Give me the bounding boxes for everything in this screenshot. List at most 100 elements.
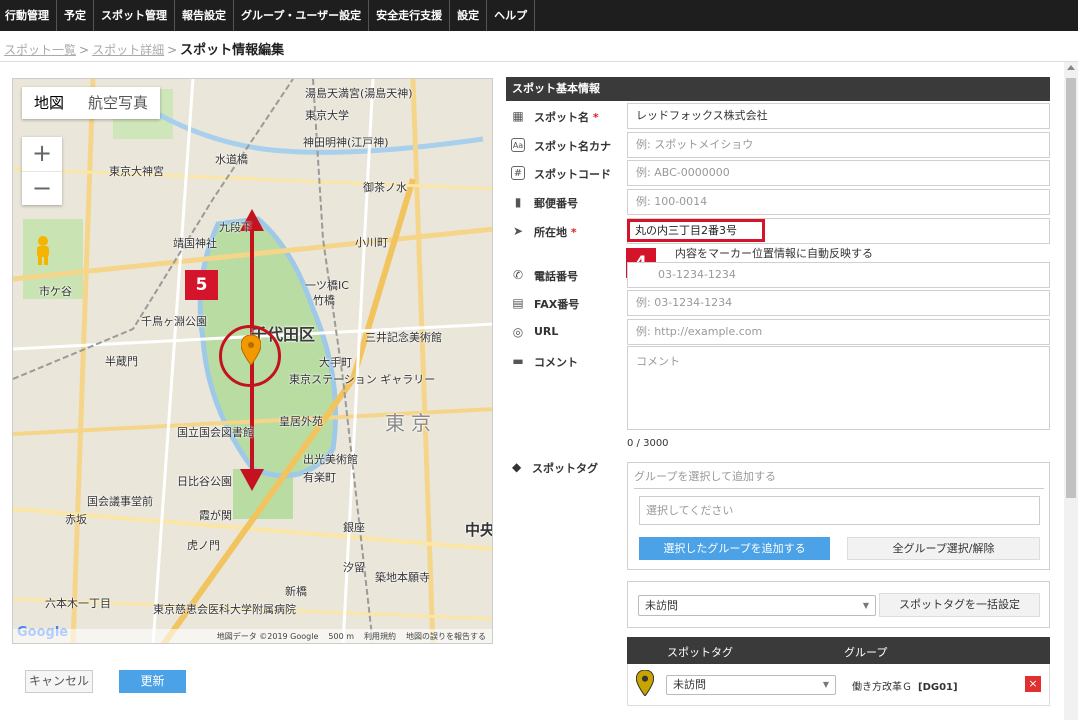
field-label: スポット名 * <box>534 111 599 124</box>
fax-input[interactable]: 例: 03-1234-1234 <box>627 290 1050 316</box>
location-arrow-icon: ➤ <box>512 224 524 238</box>
breadcrumb: スポット一覧 > スポット詳細 > スポット情報編集 <box>4 39 284 58</box>
spot-tag-label: スポットタグ <box>532 462 598 475</box>
globe-icon: ◎ <box>512 325 524 339</box>
column-header-group: グループ <box>844 646 888 659</box>
nav-spot-management[interactable]: スポット管理 <box>94 0 175 31</box>
pegman-icon[interactable] <box>31 235 55 267</box>
group-search-input[interactable]: グループを選択して追加する <box>634 468 1044 489</box>
field-label: スポット名カナ <box>534 140 611 153</box>
nav-safe-driving[interactable]: 安全走行支援 <box>369 0 451 31</box>
toggle-all-groups-button[interactable]: 全グループ選択/解除 <box>847 537 1040 560</box>
tag-icon: ◆ <box>512 460 522 474</box>
map-label: 有楽町 <box>303 471 336 484</box>
breadcrumb-separator: > <box>79 43 90 57</box>
map-label: 市ケ谷 <box>39 285 72 298</box>
text-aa-icon: Aa <box>511 138 525 152</box>
map-footer: 地図データ ©2019 Google 500 m 利用規約 地図の誤りを報告する <box>13 629 492 643</box>
map-label: 皇居外苑 <box>279 415 323 428</box>
nav-activity[interactable]: 行動管理 <box>0 0 57 31</box>
url-input[interactable]: 例: http://example.com <box>627 319 1050 345</box>
map-scale: 500 m <box>328 631 354 641</box>
map-label: 大手町 <box>319 356 352 369</box>
map-label: 国会議事堂前 <box>87 495 153 508</box>
map-label: 国立国会図書館 <box>177 426 254 439</box>
nav-settings[interactable]: 設定 <box>450 0 488 31</box>
map-label: 小川町 <box>355 236 388 249</box>
map-label: 赤坂 <box>65 513 87 526</box>
nav-help[interactable]: ヘルプ <box>487 0 536 31</box>
map-label: 東京大神宮 <box>109 165 164 178</box>
map-label: 湯島天満宮(湯島天神) <box>305 87 413 100</box>
divider <box>0 61 1078 62</box>
map-label: 千鳥ヶ淵公園 <box>141 315 207 328</box>
map-label: 東京大学 <box>305 109 349 122</box>
map-type-control: 地図 航空写真 <box>22 87 161 119</box>
scrollbar-thumb[interactable] <box>1066 78 1076 498</box>
map-terms-link[interactable]: 利用規約 <box>364 631 396 642</box>
address-input[interactable]: 丸の内三丁目2番3号 <box>627 219 765 242</box>
zoom-out-button[interactable]: − <box>22 171 62 205</box>
hash-icon: # <box>511 166 525 180</box>
location-pin-icon[interactable] <box>240 334 262 368</box>
chevron-down-icon: ▼ <box>822 680 829 689</box>
table-row: 未訪問 ▼ 働き方改革Ｇ [DG01] × <box>627 664 1050 706</box>
bulk-set-tag-button[interactable]: スポットタグを一括設定 <box>879 593 1040 617</box>
nav-group-user-settings[interactable]: グループ・ユーザー設定 <box>234 0 370 31</box>
row-status-select[interactable]: 未訪問 ▼ <box>666 675 836 695</box>
map-label: 水道橋 <box>215 153 248 166</box>
map-label: 三井記念美術館 <box>365 331 442 344</box>
field-label: URL <box>534 325 559 338</box>
map-label: 靖国神社 <box>173 237 217 250</box>
map-type-map-button[interactable]: 地図 <box>22 87 76 119</box>
field-label: スポットコード <box>534 168 611 181</box>
map-type-aerial-button[interactable]: 航空写真 <box>76 87 160 119</box>
top-nav: 行動管理 予定 スポット管理 報告設定 グループ・ユーザー設定 安全走行支援 設… <box>0 0 1078 31</box>
map-report-link[interactable]: 地図の誤りを報告する <box>406 631 486 642</box>
row-status-value: 未訪問 <box>673 678 706 691</box>
bulk-tag-box: 未訪問 ▼ スポットタグを一括設定 <box>627 581 1050 628</box>
comment-textarea[interactable]: コメント <box>627 346 1050 430</box>
map-label: 霞が関 <box>199 509 232 522</box>
map-label: 汐留 <box>343 561 365 574</box>
nav-report-settings[interactable]: 報告設定 <box>175 0 234 31</box>
nav-schedule[interactable]: 予定 <box>57 0 94 31</box>
spot-name-input[interactable]: レッドフォックス株式会社 <box>627 103 1050 129</box>
map-label: 新橋 <box>285 585 307 598</box>
map-label: 築地本願寺 <box>375 571 430 584</box>
breadcrumb-spot-list[interactable]: スポット一覧 <box>4 43 76 57</box>
bulk-status-select[interactable]: 未訪問 ▼ <box>638 595 876 616</box>
tag-group-box: グループを選択して追加する 選択してください 選択したグループを追加する 全グル… <box>627 462 1050 570</box>
map-label: 一ツ橋IC <box>305 279 349 292</box>
spot-kana-input[interactable]: 例: スポットメイショウ <box>627 132 1050 158</box>
map-label: 半蔵門 <box>105 355 138 368</box>
comment-icon: ▬ <box>512 354 524 368</box>
map-label: 神田明神(江戸神) <box>303 136 389 149</box>
spot-code-input[interactable]: 例: ABC-0000000 <box>627 160 1050 186</box>
add-selected-group-button[interactable]: 選択したグループを追加する <box>639 537 830 560</box>
map-label: 竹橋 <box>313 294 335 307</box>
map-view[interactable]: 湯島天満宮(湯島天神) 東京大学 神田明神(江戸神) 水道橋 東京大神宮 靖国神… <box>12 78 493 644</box>
postbox-icon: ▮ <box>514 195 522 209</box>
tag-table-header: スポットタグ グループ <box>627 637 1050 664</box>
zip-code-input[interactable]: 例: 100-0014 <box>627 189 1050 215</box>
zoom-in-button[interactable]: + <box>22 137 62 171</box>
breadcrumb-spot-detail[interactable]: スポット詳細 <box>92 43 164 57</box>
field-label: 電話番号 <box>534 270 578 283</box>
map-label: 東京ステーション ギャラリー <box>289 373 436 386</box>
zoom-control: + − <box>22 137 62 205</box>
delete-row-button[interactable]: × <box>1025 676 1041 692</box>
group-select-box[interactable]: 選択してください <box>639 496 1040 525</box>
map-label: 六本木一丁目 <box>45 597 111 610</box>
scroll-up-icon[interactable] <box>1067 65 1075 70</box>
cancel-button[interactable]: キャンセル <box>25 670 93 693</box>
page-title: スポット情報編集 <box>180 43 285 58</box>
page-scrollbar[interactable] <box>1064 62 1078 720</box>
field-label: FAX番号 <box>534 298 580 311</box>
field-label: 郵便番号 <box>534 197 578 210</box>
update-button[interactable]: 更新 <box>119 670 186 693</box>
map-label: 銀座 <box>343 521 365 534</box>
map-label: 日比谷公園 <box>177 475 232 488</box>
phone-input[interactable]: 03-1234-1234 <box>627 262 1050 288</box>
building-icon: ▦ <box>512 109 524 123</box>
